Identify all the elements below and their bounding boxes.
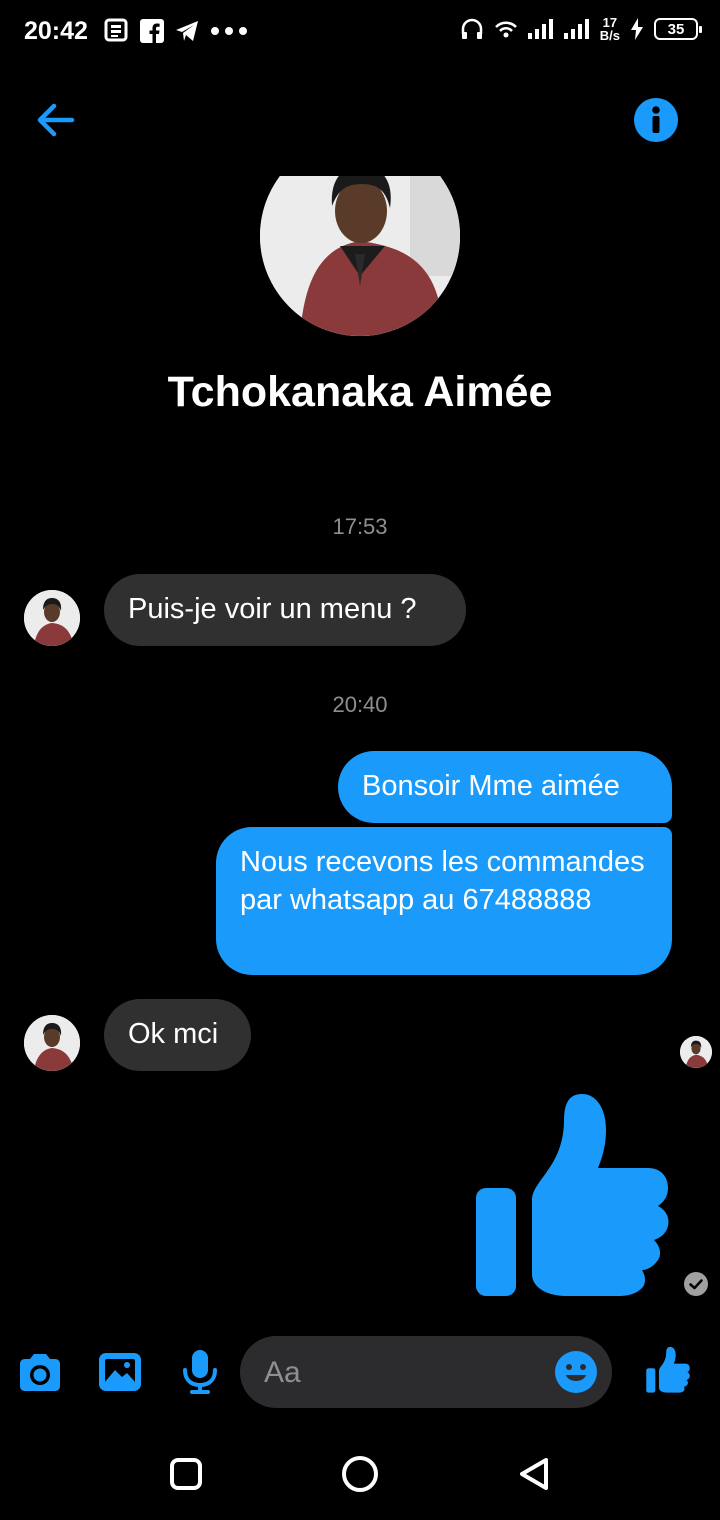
home-icon xyxy=(342,1456,378,1492)
back-triangle-icon xyxy=(520,1458,548,1490)
gallery-button[interactable] xyxy=(96,1348,144,1396)
info-button[interactable] xyxy=(634,98,678,142)
navigation-bar xyxy=(0,1430,720,1520)
thumbs-up-icon xyxy=(476,1094,669,1296)
network-speed: 17 B/s xyxy=(600,16,620,42)
charging-icon xyxy=(631,18,643,40)
network-speed-unit: B/s xyxy=(599,28,620,43)
more-notifications-icon xyxy=(211,27,247,35)
recent-apps-icon xyxy=(170,1458,202,1490)
delivered-check-icon xyxy=(684,1272,708,1296)
message-text: Nous recevons les commandes par whatsapp… xyxy=(240,846,645,916)
headset-icon xyxy=(461,18,483,39)
status-bar: 20:42 17 B/s 35 xyxy=(0,0,720,64)
contact-avatar[interactable] xyxy=(24,1015,80,1071)
camera-icon xyxy=(20,1354,60,1391)
read-receipt-image xyxy=(680,1036,712,1068)
camera-button[interactable] xyxy=(16,1348,64,1396)
read-receipt-avatar xyxy=(680,1036,712,1068)
message-text: Ok mci xyxy=(128,1018,219,1050)
notification-icons xyxy=(104,18,248,44)
recent-apps-button[interactable] xyxy=(164,1452,208,1496)
avatar-image xyxy=(24,1015,80,1071)
thumbs-up-sticker[interactable] xyxy=(470,1090,674,1302)
incoming-message-bubble[interactable]: Ok mci xyxy=(104,999,251,1071)
microphone-icon xyxy=(183,1350,217,1394)
outgoing-message-bubble[interactable]: Nous recevons les commandes par whatsapp… xyxy=(216,827,672,975)
wifi-icon xyxy=(494,21,517,38)
signal-icon-2 xyxy=(563,19,589,39)
emoji-button[interactable] xyxy=(554,1350,598,1394)
contact-name: Tchokanaka Aimée xyxy=(167,368,553,416)
facebook-icon xyxy=(140,19,164,43)
timestamp: 17:53 xyxy=(332,514,388,539)
back-arrow-icon xyxy=(37,103,75,137)
header-mask xyxy=(240,120,480,176)
info-icon xyxy=(634,98,678,142)
back-button[interactable] xyxy=(32,98,80,142)
send-like-button[interactable] xyxy=(644,1346,692,1394)
home-button[interactable] xyxy=(338,1452,382,1496)
contact-avatar[interactable] xyxy=(24,590,80,646)
message-input-placeholder: Aa xyxy=(264,1356,301,1389)
message-input[interactable]: Aa xyxy=(240,1336,612,1408)
message-text: Bonsoir Mme aimée xyxy=(362,770,620,802)
smiley-icon xyxy=(555,1351,597,1393)
avatar-image xyxy=(24,590,80,646)
battery-indicator: 35 xyxy=(654,18,702,40)
outgoing-message-bubble[interactable]: Bonsoir Mme aimée xyxy=(338,751,672,823)
incoming-message-bubble[interactable]: Puis-je voir un menu ? xyxy=(104,574,466,646)
message-text: Puis-je voir un menu ? xyxy=(128,593,417,625)
voice-message-button[interactable] xyxy=(176,1348,224,1396)
back-nav-button[interactable] xyxy=(512,1452,556,1496)
thumbs-up-icon xyxy=(646,1346,690,1393)
signal-icon xyxy=(527,19,553,39)
image-icon xyxy=(99,1353,141,1391)
telegram-icon xyxy=(176,21,198,41)
news-icon xyxy=(104,18,128,42)
system-icons: 17 B/s 35 xyxy=(460,16,702,42)
status-time: 20:42 xyxy=(24,17,88,45)
timestamp: 20:40 xyxy=(332,692,388,717)
